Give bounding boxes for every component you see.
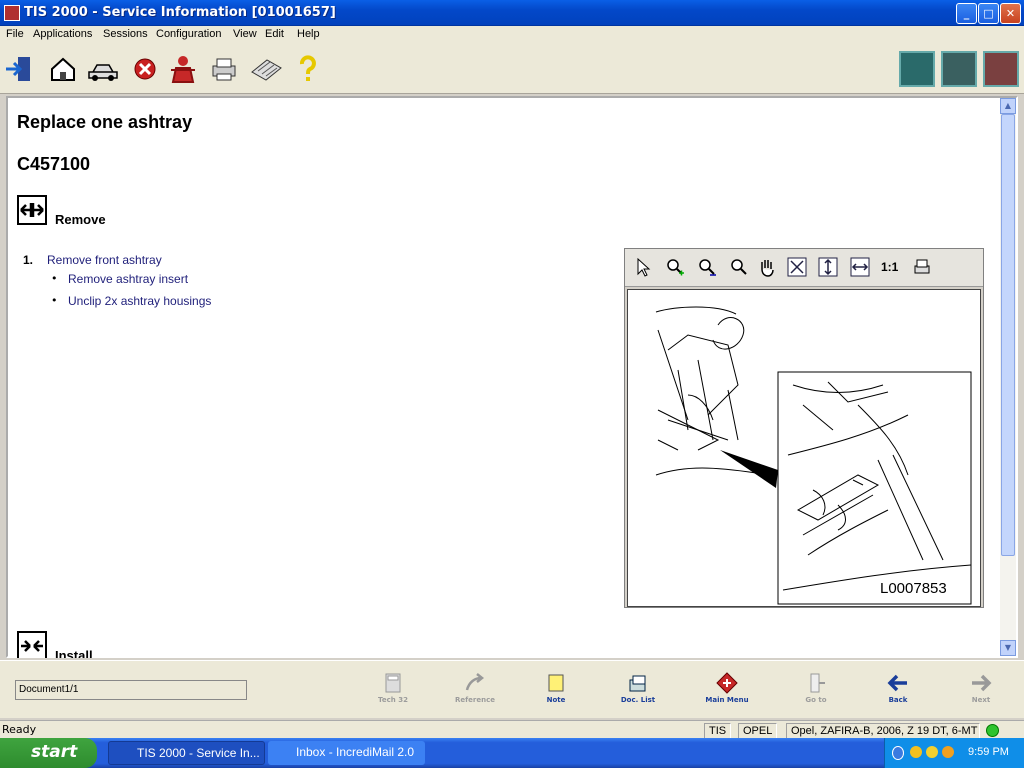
cancel-icon[interactable] bbox=[130, 54, 160, 84]
taskbar-item-incredimail[interactable]: Inbox - IncrediMail 2.0 bbox=[268, 741, 425, 765]
goto-label: Go to bbox=[805, 696, 827, 704]
illustration-id: L0007853 bbox=[880, 580, 947, 597]
document-code: C457100 bbox=[17, 154, 91, 174]
main-menu-icon bbox=[716, 672, 738, 694]
maximize-button[interactable]: □ bbox=[978, 3, 999, 24]
exit-icon[interactable] bbox=[4, 54, 34, 84]
note-icon bbox=[548, 674, 564, 692]
goto-icon bbox=[810, 673, 825, 693]
pan-hand-icon[interactable] bbox=[757, 257, 777, 277]
page-title: Replace one ashtray bbox=[17, 112, 193, 132]
menu-help[interactable]: Help bbox=[297, 28, 320, 40]
scroll-down-button[interactable]: ▼ bbox=[1000, 640, 1016, 656]
workshop-tool-button[interactable] bbox=[899, 51, 935, 87]
app-icon bbox=[4, 5, 20, 21]
next-button[interactable]: Next bbox=[955, 672, 1007, 704]
step-number: 1. bbox=[23, 253, 34, 267]
technician-icon[interactable] bbox=[168, 54, 198, 84]
taskbar-item-tis[interactable]: TIS 2000 - Service In... bbox=[108, 741, 265, 765]
reference-button[interactable]: Reference bbox=[449, 672, 501, 704]
tray-smiley-icon[interactable] bbox=[926, 746, 938, 758]
status-vehicle: Opel, ZAFIRA-B, 2006, Z 19 DT, 6-MT bbox=[786, 723, 980, 739]
main-menu-label: Main Menu bbox=[705, 696, 749, 704]
close-button[interactable]: ✕ bbox=[1000, 3, 1021, 24]
fit-height-icon[interactable] bbox=[818, 257, 838, 277]
status-text: Ready bbox=[2, 723, 37, 736]
menu-applications[interactable]: Applications bbox=[33, 28, 92, 40]
next-arrow-icon bbox=[972, 674, 992, 692]
substep-text: Unclip 2x ashtray housings bbox=[68, 294, 212, 308]
doc-list-button[interactable]: Doc. List bbox=[612, 672, 664, 704]
substep-text: Remove ashtray insert bbox=[68, 272, 189, 286]
vertical-scrollbar[interactable]: ▲ ▼ bbox=[1000, 98, 1016, 656]
zoom-window-icon[interactable] bbox=[728, 257, 748, 277]
select-arrow-icon[interactable] bbox=[633, 257, 653, 277]
viewer-toolbar: 1:1 bbox=[625, 249, 983, 287]
tech2-session-button[interactable] bbox=[941, 51, 977, 87]
menu-view[interactable]: View bbox=[233, 28, 257, 40]
start-button[interactable]: start bbox=[0, 738, 97, 768]
ashtray-illustration: L0007853 bbox=[627, 289, 981, 607]
back-button[interactable]: Back bbox=[872, 672, 924, 704]
reference-label: Reference bbox=[454, 696, 495, 704]
menu-bar: File Applications Sessions Configuration… bbox=[0, 26, 1024, 44]
install-arrows-icon bbox=[17, 631, 47, 658]
tech32-button[interactable]: Tech 32 bbox=[367, 672, 419, 704]
back-label: Back bbox=[888, 696, 908, 704]
window-title: TIS 2000 - Service Information [01001657… bbox=[24, 5, 336, 20]
remove-arrows-icon bbox=[17, 195, 47, 225]
status-brand: OPEL bbox=[738, 723, 778, 739]
install-heading: Install bbox=[55, 648, 93, 658]
menu-sessions[interactable]: Sessions bbox=[103, 28, 148, 40]
main-menu-button[interactable]: Main Menu bbox=[701, 672, 753, 704]
scroll-up-button[interactable]: ▲ bbox=[1000, 98, 1016, 114]
reference-arrow-icon bbox=[465, 673, 485, 691]
status-app: TIS bbox=[704, 723, 732, 739]
calculator-icon bbox=[385, 673, 401, 693]
taskbar-item-incredimail-label: Inbox - IncrediMail 2.0 bbox=[296, 745, 415, 759]
goto-button[interactable]: Go to bbox=[790, 672, 842, 704]
vehicle-icon[interactable] bbox=[86, 54, 120, 84]
fit-width-icon[interactable] bbox=[850, 257, 870, 277]
back-arrow-icon bbox=[887, 674, 907, 692]
menu-configuration[interactable]: Configuration bbox=[156, 28, 221, 40]
menu-file[interactable]: File bbox=[6, 28, 24, 40]
document-position: Document1/1 bbox=[15, 680, 247, 700]
menu-edit[interactable]: Edit bbox=[265, 28, 284, 40]
scroll-thumb[interactable] bbox=[1001, 114, 1015, 556]
title-bar: TIS 2000 - Service Information [01001657… bbox=[0, 0, 1024, 26]
step-text: Remove front ashtray bbox=[47, 253, 162, 267]
note-button[interactable]: Note bbox=[530, 672, 582, 704]
clock: 9:59 PM bbox=[968, 746, 1009, 758]
zoom-out-icon[interactable] bbox=[697, 257, 717, 277]
vehicle-session-button[interactable] bbox=[983, 51, 1019, 87]
tray-app-icon[interactable] bbox=[910, 746, 922, 758]
status-bar: Ready TIS OPEL Opel, ZAFIRA-B, 2006, Z 1… bbox=[0, 720, 1024, 739]
fit-page-icon[interactable] bbox=[787, 257, 807, 277]
print-image-icon[interactable] bbox=[912, 257, 932, 277]
help-icon[interactable] bbox=[293, 54, 323, 84]
tray-messenger-icon[interactable] bbox=[942, 746, 954, 758]
zoom-in-icon[interactable] bbox=[665, 257, 685, 277]
printer-icon[interactable] bbox=[209, 54, 239, 84]
taskbar-item-tis-label: TIS 2000 - Service In... bbox=[137, 746, 260, 760]
next-label: Next bbox=[971, 696, 991, 704]
remove-heading: Remove bbox=[55, 212, 106, 227]
home-icon[interactable] bbox=[48, 54, 78, 84]
image-viewer: 1:1 L0007853 bbox=[624, 248, 984, 608]
toolbar bbox=[0, 44, 1024, 94]
connection-indicator-icon bbox=[986, 724, 999, 737]
tech32-label: Tech 32 bbox=[378, 696, 408, 704]
tray-chevron-icon[interactable] bbox=[892, 746, 904, 760]
actual-size-button[interactable]: 1:1 bbox=[881, 260, 898, 274]
minimize-button[interactable]: _ bbox=[956, 3, 977, 24]
doc-list-label: Doc. List bbox=[620, 696, 656, 704]
bullet-dot: • bbox=[51, 294, 58, 307]
taskbar: start TIS 2000 - Service In... Inbox - I… bbox=[0, 738, 1024, 768]
line-drawing bbox=[655, 306, 972, 605]
doc-list-icon bbox=[629, 675, 646, 692]
keyboard-icon[interactable] bbox=[249, 54, 283, 84]
bullet-dot: • bbox=[51, 272, 58, 285]
note-label: Note bbox=[546, 696, 566, 704]
